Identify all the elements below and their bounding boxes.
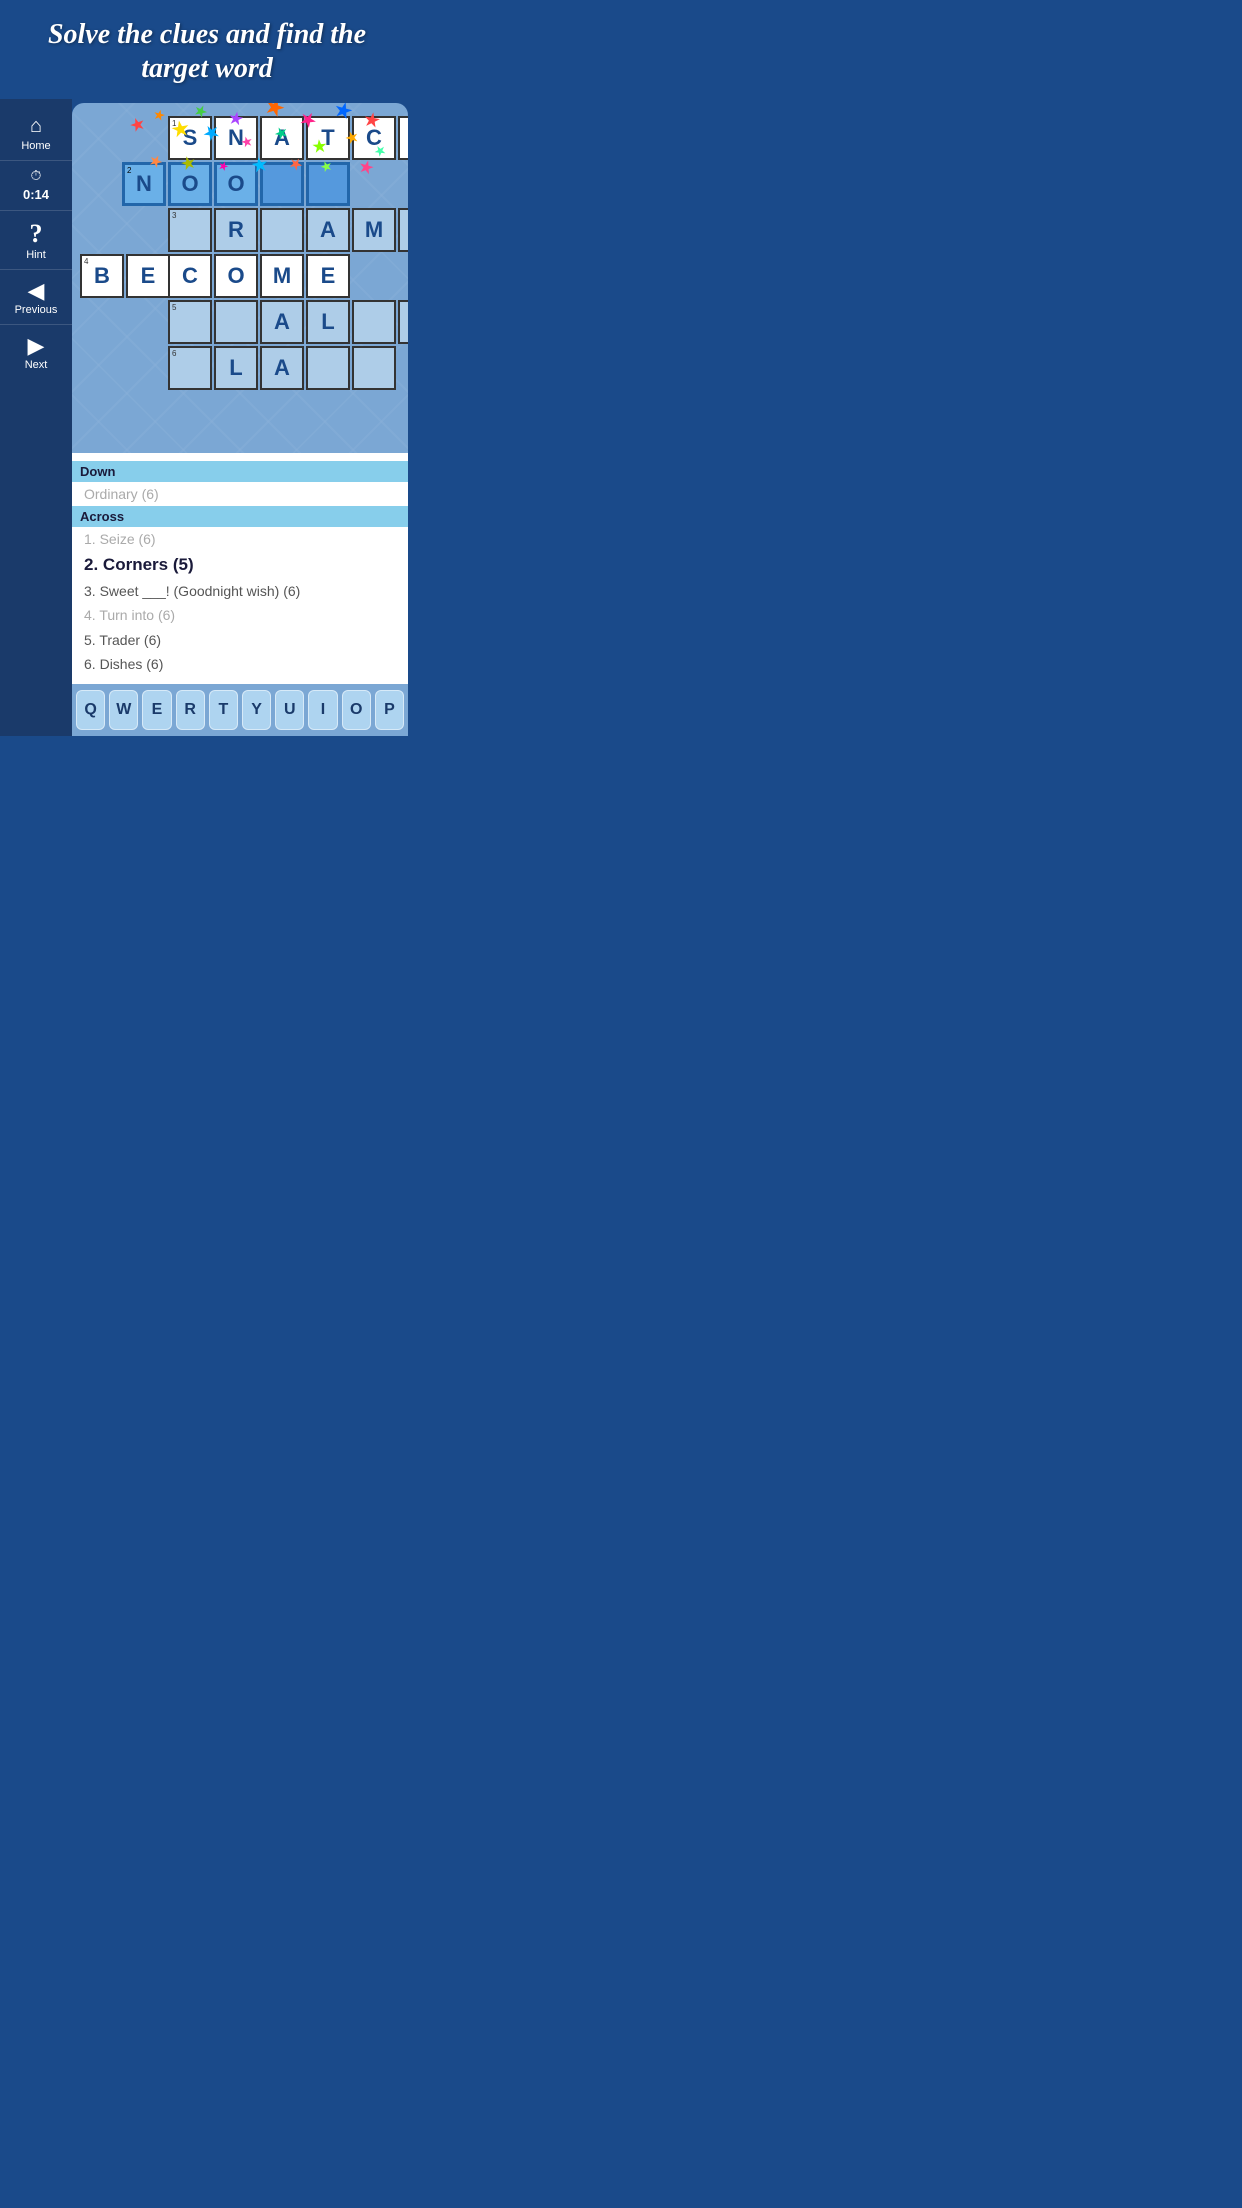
key-y[interactable]: Y [242,690,271,730]
across-clue-4-text: Turn into (6) [99,607,175,623]
hint-icon: ? [30,219,43,249]
clues-area: Down Ordinary (6) Across 1. Seize (6) 2.… [72,453,408,684]
across-clue-5[interactable]: 5. Trader (6) [84,628,396,652]
across-clue-3-num: 3. [84,583,96,599]
cell-r3-c4[interactable]: R [214,208,258,252]
header-title: Solve the clues and find the target word [20,18,394,85]
cell-r6-c4[interactable]: L [214,346,258,390]
cell-r4-c4[interactable]: O [214,254,258,298]
key-r[interactable]: R [176,690,205,730]
keyboard: Q W E R T Y U I O P [72,684,408,736]
home-icon: ⌂ [30,115,42,138]
content-row: ⌂ Home ⏱ 0:14 ? Hint ◀ Previous ▶ Next [0,99,414,736]
key-e[interactable]: E [142,690,171,730]
across-clue-2-text: Corners (5) [103,555,194,574]
cell-r5-c4[interactable] [214,300,258,344]
sidebar: ⌂ Home ⏱ 0:14 ? Hint ◀ Previous ▶ Next [0,99,72,736]
next-arrow-icon: ▶ [28,333,45,359]
cell-r1-c3[interactable]: 1S [168,116,212,160]
cell-r4-c3[interactable]: C [168,254,212,298]
across-clue-3-text: Sweet ___! (Goodnight wish) (6) [100,583,301,599]
sidebar-item-previous[interactable]: ◀ Previous [0,270,72,325]
cell-r2-c4[interactable]: O [214,162,258,206]
cell-r1-c8[interactable]: H [398,116,408,160]
cell-r2-c6[interactable] [306,162,350,206]
page-wrapper: Solve the clues and find the target word… [0,0,414,736]
cell-r1-c6[interactable]: T [306,116,350,160]
cell-r6-c5[interactable]: A [260,346,304,390]
crossword-grid: 1S N A T C H 2N O O 3 R A [80,116,400,406]
cell-r6-c3[interactable]: 6 [168,346,212,390]
timer-icon: ⏱ [31,169,42,185]
down-clue-1[interactable]: Ordinary (6) [84,482,396,506]
cell-r4-c5[interactable]: M [260,254,304,298]
across-header: Across [72,506,408,527]
cell-r5-c6[interactable]: L [306,300,350,344]
previous-label: Previous [15,304,58,316]
across-clue-4-num: 4. [84,607,96,623]
cell-r2-c3[interactable]: O [168,162,212,206]
key-o[interactable]: O [342,690,371,730]
key-i[interactable]: I [308,690,337,730]
next-label: Next [25,359,48,371]
home-label: Home [21,140,50,152]
cell-r5-c3[interactable]: 5 [168,300,212,344]
key-p[interactable]: P [375,690,404,730]
sidebar-item-home[interactable]: ⌂ Home [0,107,72,161]
key-q[interactable]: Q [76,690,105,730]
main-game-area: ★ ★ ★ ★ ★ ★ ★ ★ ★ ★ ★ ★ ★ ★ ★ [72,103,408,736]
cell-r5-c5[interactable]: A [260,300,304,344]
cell-r6-c6[interactable] [306,346,350,390]
cell-r1-c7[interactable]: C [352,116,396,160]
cell-r4-c1[interactable]: 4B [80,254,124,298]
cell-r2-c2[interactable]: 2N [122,162,166,206]
across-clue-2[interactable]: 2. Corners (5) [84,551,396,579]
timer-value: 0:14 [23,187,49,202]
across-clue-1-text: Seize (6) [100,531,156,547]
cell-r6-c7[interactable] [352,346,396,390]
cell-r1-c4[interactable]: N [214,116,258,160]
sidebar-item-timer: ⏱ 0:14 [0,161,72,211]
cell-r3-c5[interactable] [260,208,304,252]
across-clue-6-text: Dishes (6) [100,656,164,672]
across-clue-4[interactable]: 4. Turn into (6) [84,603,396,627]
header: Solve the clues and find the target word [0,0,414,99]
cell-r3-c6[interactable]: A [306,208,350,252]
down-clue-1-text: Ordinary (6) [84,486,159,502]
sidebar-item-hint[interactable]: ? Hint [0,211,72,270]
cell-r4-c2[interactable]: E [126,254,170,298]
across-clue-6[interactable]: 6. Dishes (6) [84,652,396,676]
hint-label: Hint [26,249,46,261]
across-clue-6-num: 6. [84,656,96,672]
cell-r5-c7[interactable] [352,300,396,344]
across-clue-1-num: 1. [84,531,96,547]
across-clue-3[interactable]: 3. Sweet ___! (Goodnight wish) (6) [84,579,396,603]
cell-r3-c8[interactable] [398,208,408,252]
down-header: Down [72,461,408,482]
across-clue-5-num: 5. [84,632,96,648]
cell-r5-c8[interactable]: R [398,300,408,344]
cell-r3-c7[interactable]: M [352,208,396,252]
cell-r3-c3[interactable]: 3 [168,208,212,252]
crossword-area: ★ ★ ★ ★ ★ ★ ★ ★ ★ ★ ★ ★ ★ ★ ★ [72,103,408,453]
cell-r1-c5[interactable]: A [260,116,304,160]
cell-r2-c5[interactable] [260,162,304,206]
sidebar-item-next[interactable]: ▶ Next [0,325,72,379]
previous-arrow-icon: ◀ [28,278,45,304]
across-clue-5-text: Trader (6) [99,632,161,648]
key-t[interactable]: T [209,690,238,730]
key-u[interactable]: U [275,690,304,730]
across-clue-2-num: 2. [84,555,98,574]
cell-r4-c6[interactable]: E [306,254,350,298]
across-clue-1[interactable]: 1. Seize (6) [84,527,396,551]
key-w[interactable]: W [109,690,138,730]
